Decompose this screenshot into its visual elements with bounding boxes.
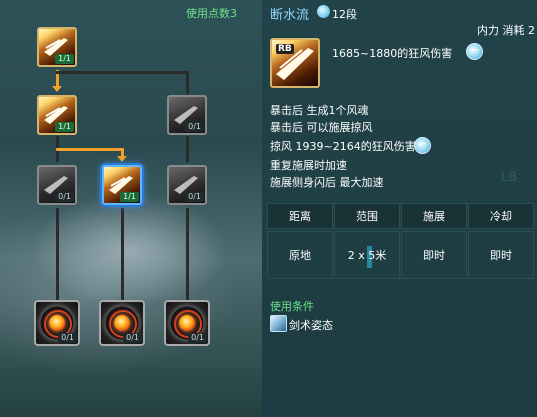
tree-link	[186, 71, 189, 94]
skill-effect: 施展侧身闪后 最大加速	[270, 176, 384, 189]
skill-name: 断水流	[270, 8, 310, 23]
skill-effect: 重复施展时加速	[270, 159, 347, 172]
fire-orb-icon	[114, 315, 130, 331]
node-level: 0/1	[55, 192, 74, 202]
wind-damage-icon	[414, 137, 431, 154]
skill-node-r4c3[interactable]: 0/1	[164, 300, 210, 346]
node-level: 1/1	[120, 192, 139, 202]
node-level: 1/1	[55, 122, 74, 132]
fire-orb-icon	[49, 315, 65, 331]
skill-keybind: RB	[276, 44, 294, 54]
skill-node-r4c1[interactable]: 0/1	[34, 300, 80, 346]
skill-effect: 暴击后 生成1个风魂	[270, 104, 369, 117]
points-used-label: 使用点数3	[186, 7, 237, 20]
stat-value-range: 原地	[267, 231, 333, 279]
stat-value-cast: 即时	[401, 231, 467, 279]
conditions-title: 使用条件	[270, 300, 314, 313]
node-level: 1/1	[55, 54, 74, 64]
node-level: 0/1	[188, 333, 207, 343]
node-level: 0/1	[58, 333, 77, 343]
skill-node-r3c1[interactable]: 0/1	[37, 165, 77, 205]
stat-header-cooldown: 冷却	[468, 203, 534, 229]
skill-node-r1c1[interactable]: 1/1	[37, 27, 77, 67]
tree-link	[121, 208, 124, 300]
tree-link	[56, 71, 188, 74]
skill-effect: 暴击后 可以施展掠风	[270, 121, 373, 134]
skill-node-r4c2[interactable]: 0/1	[99, 300, 145, 346]
skill-info-panel: 断水流 12段 内力 消耗 2 RB 1685~1880的狂风伤害 暴击后 生成…	[262, 0, 537, 417]
skill-node-r2c1[interactable]: 1/1	[37, 95, 77, 135]
tree-link	[56, 208, 59, 300]
skill-tier: 12段	[332, 8, 357, 21]
background-keybind-hint: LB	[500, 170, 517, 185]
tree-link	[56, 148, 124, 151]
skill-damage: 1685~1880的狂风伤害	[332, 47, 453, 60]
node-level: 0/1	[185, 192, 204, 202]
tree-link-arrow	[117, 156, 127, 162]
tree-link-arrow	[52, 86, 62, 92]
node-level: 0/1	[123, 333, 142, 343]
fire-orb-icon	[179, 315, 195, 331]
wind-element-icon	[317, 5, 330, 18]
tree-link	[186, 136, 189, 162]
skill-node-r3c2-selected[interactable]: 1/1	[102, 165, 142, 205]
stat-header-range: 距离	[267, 203, 333, 229]
stat-value-area-cell: 2 x 5米	[334, 231, 400, 279]
wind-damage-icon	[466, 43, 483, 60]
tree-link	[186, 208, 189, 300]
skill-tree-panel: 使用点数3 1/1 1/1 0/1 0/1 1/1 0/1 0/1 0/1 0/…	[0, 0, 263, 417]
skill-icon: RB	[270, 38, 320, 88]
skill-node-r3c3[interactable]: 0/1	[167, 165, 207, 205]
skill-cost: 内力 消耗 2	[477, 24, 535, 37]
skill-node-r2c3[interactable]: 0/1	[167, 95, 207, 135]
stat-value-area: 2 x 5米	[347, 249, 387, 262]
skill-effect: 掠风 1939~2164的狂风伤害	[270, 140, 416, 153]
node-level: 0/1	[185, 122, 204, 132]
stance-requirement: 剑术姿态	[289, 319, 333, 332]
stat-header-cast: 施展	[401, 203, 467, 229]
sword-stance-icon	[270, 315, 287, 332]
stat-header-area: 范围	[334, 203, 400, 229]
stat-value-cooldown: 即时	[468, 231, 534, 279]
